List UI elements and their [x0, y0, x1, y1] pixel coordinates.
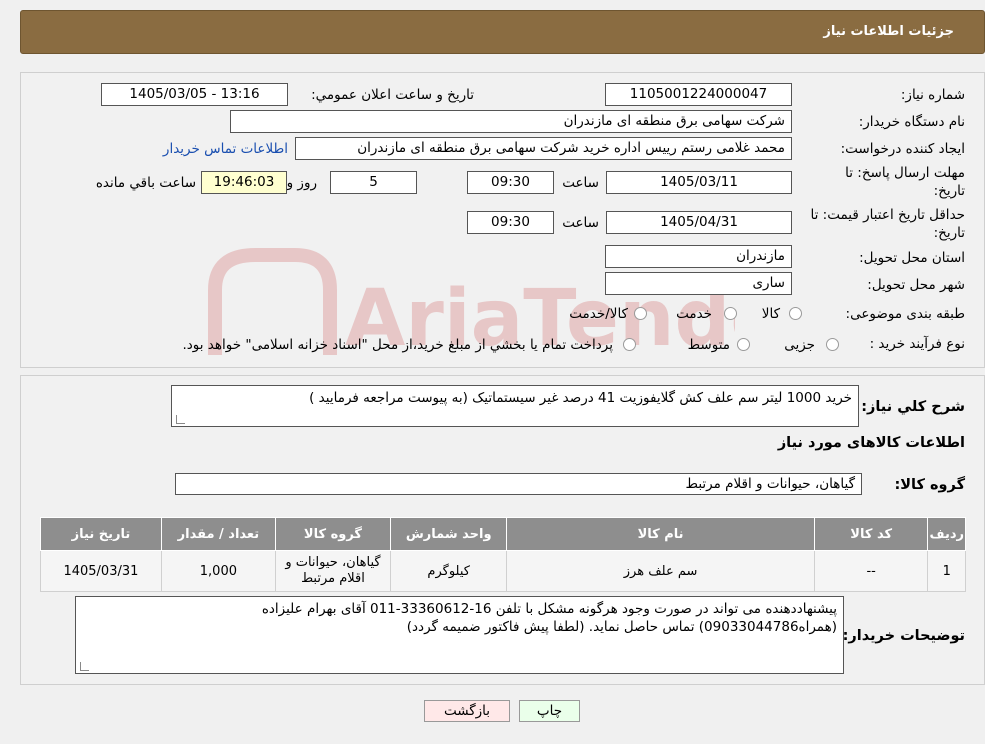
- resize-grip-icon[interactable]: [80, 662, 89, 671]
- goods-info-title: اطلاعات کالاهای مورد نياز: [777, 435, 965, 451]
- cell-code: --: [813, 550, 929, 592]
- city-label: شهر محل تحويل:: [867, 277, 965, 293]
- deadline-label: مهلت ارسال پاسخ: تا: [845, 165, 965, 181]
- category-radio-goods-service[interactable]: [634, 307, 647, 320]
- need-number-label: شماره نیاز:: [900, 87, 965, 103]
- buyer-notes-label: توضيحات خريدار:: [842, 628, 965, 644]
- col-group: گروه کالا: [274, 517, 392, 551]
- creator-label: ايجاد کننده درخواست:: [840, 141, 965, 157]
- back-button[interactable]: بازگشت: [424, 700, 510, 722]
- col-date: تاريخ نياز: [40, 517, 162, 551]
- page-title: جزئیات اطلاعات نیاز: [823, 24, 954, 39]
- cell-row: 1: [927, 550, 966, 592]
- goods-group-label: گروه کالا:: [894, 477, 965, 493]
- validity-time-field: 09:30: [467, 211, 554, 234]
- province-label: استان محل تحويل:: [859, 250, 965, 266]
- deadline-label-date: تاريخ:: [933, 183, 965, 199]
- creator-field: محمد غلامی رستم رییس اداره خرید شرکت سها…: [295, 137, 792, 160]
- buyer-notes-line-1: پیشنهاددهنده می تواند در صورت وجود هرگون…: [261, 601, 837, 617]
- table-header-row: رديف کد کالا نام کالا واحد شمارش گروه کا…: [40, 517, 966, 551]
- col-qty: تعداد / مقدار: [160, 517, 276, 551]
- process-note: پرداخت تمام يا بخشي از مبلغ خريد،از محل …: [182, 337, 613, 353]
- resize-grip-icon[interactable]: [176, 415, 185, 424]
- cell-qty: 1,000: [160, 550, 276, 592]
- col-row: رديف: [927, 517, 966, 551]
- table-row: 1 -- سم علف هرز کیلوگرم گیاهان، حیوانات …: [40, 550, 966, 592]
- city-field: ساری: [605, 272, 792, 295]
- category-label: طبقه بندی موضوعی:: [845, 306, 965, 322]
- process-option-minor: جزیی: [784, 337, 815, 353]
- category-radio-goods[interactable]: [789, 307, 802, 320]
- col-name: نام کالا: [506, 517, 815, 551]
- summary-textarea[interactable]: خرید 1000 لیتر سم علف کش گلایفوزیت 41 در…: [171, 385, 859, 427]
- col-code: کد کالا: [813, 517, 929, 551]
- buyer-notes-line-2: (همراه09033044786) تماس حاصل نماید. (لطف…: [406, 619, 837, 635]
- announce-datetime-field: 1405/03/05 - 13:16: [101, 83, 288, 106]
- buyer-org-field: شرکت سهامی برق منطقه ای مازندران: [230, 110, 792, 133]
- deadline-date-field: 1405/03/11: [606, 171, 792, 194]
- process-label: نوع فرآيند خريد :: [869, 336, 965, 352]
- validity-label: حداقل تاريخ اعتبار قيمت: تا: [810, 207, 965, 223]
- summary-text: خرید 1000 لیتر سم علف کش گلایفوزیت 41 در…: [309, 390, 852, 406]
- category-option-service: خدمت: [676, 306, 712, 322]
- category-option-goods: کالا: [761, 306, 780, 322]
- remaining-time-label: ساعت باقي مانده: [95, 175, 196, 191]
- buyer-contact-link[interactable]: اطلاعات تماس خريدار: [163, 141, 288, 157]
- process-radio-treasury[interactable]: [623, 338, 636, 351]
- print-button[interactable]: چاپ: [519, 700, 580, 722]
- announce-label: تاریخ و ساعت اعلان عمومي:: [311, 87, 474, 103]
- goods-group-field: گیاهان، حیوانات و اقلام مرتبط: [175, 473, 862, 495]
- validity-label-date: تاريخ:: [933, 225, 965, 241]
- category-radio-service[interactable]: [724, 307, 737, 320]
- process-option-medium: متوسط: [687, 337, 730, 353]
- days-remaining-field: 5: [330, 171, 417, 194]
- col-unit: واحد شمارش: [390, 517, 508, 551]
- remaining-time-field: 19:46:03: [201, 171, 287, 194]
- cell-name: سم علف هرز: [506, 550, 815, 592]
- page-header: جزئیات اطلاعات نیاز: [20, 10, 985, 54]
- need-number-field: 1105001224000047: [605, 83, 792, 106]
- process-radio-minor[interactable]: [826, 338, 839, 351]
- cell-group: گیاهان، حیوانات و اقلام مرتبط: [274, 550, 392, 592]
- buyer-notes-textarea[interactable]: پیشنهاددهنده می تواند در صورت وجود هرگون…: [75, 596, 844, 674]
- cell-unit: کیلوگرم: [390, 550, 508, 592]
- items-table: رديف کد کالا نام کالا واحد شمارش گروه کا…: [40, 517, 966, 592]
- deadline-time-label: ساعت: [562, 175, 599, 191]
- category-option-goods-service: کالا/خدمت: [569, 306, 628, 322]
- validity-time-label: ساعت: [562, 215, 599, 231]
- process-radio-medium[interactable]: [737, 338, 750, 351]
- summary-label: شرح کلي نياز:: [861, 399, 965, 415]
- validity-date-field: 1405/04/31: [606, 211, 792, 234]
- buyer-org-label: نام دستگاه خريدار:: [858, 114, 965, 130]
- cell-date: 1405/03/31: [40, 550, 162, 592]
- days-label: روز و: [286, 175, 317, 191]
- province-field: مازندران: [605, 245, 792, 268]
- deadline-time-field: 09:30: [467, 171, 554, 194]
